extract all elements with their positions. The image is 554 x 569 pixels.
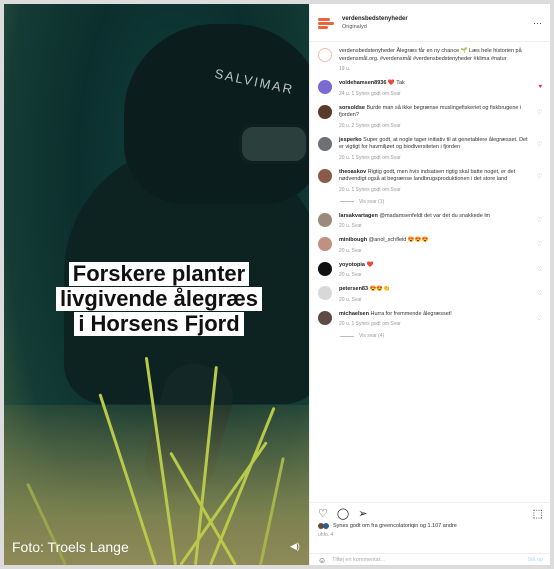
add-comment-bar: ☺ Tilføj en kommentar... Slå op: [310, 553, 550, 565]
diver-mask: [239, 124, 309, 164]
comment-meta: 20 u. 1 Synes godt om Svar: [339, 154, 401, 161]
comment-icon[interactable]: ◯: [337, 507, 349, 520]
like-icon[interactable]: ♡: [318, 507, 328, 520]
comment-meta: 20 u. 1 Synes godt om Svar: [339, 186, 401, 193]
like-heart-icon[interactable]: ♡: [537, 290, 542, 297]
comment-user[interactable]: jesperko: [339, 137, 362, 143]
comment-user[interactable]: voldehamsen8936: [339, 80, 386, 86]
comment-meta: 20 u. Svar: [339, 272, 362, 278]
list-item: theoaskov Rigtig godt, men hvis indsatse…: [318, 168, 542, 193]
like-heart-icon[interactable]: ♡: [537, 173, 542, 180]
comments-list[interactable]: verdensbedstenyheder Ålegræs får en ny c…: [310, 42, 550, 482]
view-replies-label: Vis svar (4): [359, 333, 385, 339]
caption: verdensbedstenyheder Ålegræs får en ny c…: [318, 48, 542, 72]
comment-meta: 20 u. Svar: [339, 296, 362, 303]
view-replies-button[interactable]: Vis svar (4): [340, 333, 542, 339]
comment-text: @anol_schfleid 😍😍😍: [368, 237, 429, 243]
audio-icon[interactable]: ◀): [290, 541, 300, 551]
like-heart-icon[interactable]: ♡: [537, 141, 542, 148]
audio-label[interactable]: Originalyd: [342, 24, 408, 30]
list-item: voldehamsen8936 ❤️ Tak 24 u. 1 Synes god…: [318, 80, 542, 97]
video-headline: Forskere planter livgivende ålegræs i Ho…: [44, 262, 274, 337]
photo-credit: Foto: Troels Lange: [12, 539, 129, 555]
view-replies-button[interactable]: Vis svar (1): [340, 199, 542, 205]
comment-text: ❤️: [366, 261, 374, 268]
like-heart-icon[interactable]: ♡: [537, 217, 542, 224]
comment-user[interactable]: minibough: [339, 237, 367, 243]
headline-line-2: livgivende ålegræs: [55, 287, 263, 311]
account-logo-icon[interactable]: [318, 17, 334, 29]
post-date: uhfo. 4: [318, 532, 334, 538]
post-actions: ♡ ◯ ➢ ⬚ Synes godt om fra greencolatoriq…: [310, 502, 550, 565]
list-item: jesperko Super godt, at nogle tager init…: [318, 136, 542, 161]
like-heart-icon[interactable]: ♡: [537, 315, 542, 322]
liker-avatars: [318, 523, 330, 529]
account-name[interactable]: verdensbedstenyheder: [342, 16, 408, 22]
caption-text: verdensbedstenyheder Ålegræs får en ny c…: [339, 48, 522, 62]
comment-text: Burde man så ikke begrænse muslingefiske…: [339, 104, 522, 119]
caption-meta: 19 u.: [339, 66, 351, 72]
post-comment-button[interactable]: Slå op: [527, 557, 543, 563]
like-heart-icon[interactable]: ♡: [537, 266, 542, 273]
list-item: sorsoldse Burde man så ikke begrænse mus…: [318, 104, 542, 129]
comments-panel: verdensbedstenyheder Originalyd ··· verd…: [309, 4, 550, 565]
avatar[interactable]: [318, 310, 332, 325]
avatar[interactable]: [318, 80, 332, 94]
diver-head: [124, 24, 309, 204]
comment-meta: 20 u. Svar: [339, 223, 362, 229]
avatar[interactable]: [318, 48, 332, 62]
comment-meta: 20 u. 1 Synes godt om Svar: [339, 321, 401, 327]
comment-user[interactable]: larsakvartagen: [339, 213, 378, 219]
post-header: verdensbedstenyheder Originalyd ···: [310, 4, 550, 42]
avatar[interactable]: [318, 104, 332, 119]
likes-summary[interactable]: Synes godt om fra greencolatoriqin og 1.…: [318, 523, 543, 529]
avatar[interactable]: [318, 237, 332, 251]
avatar[interactable]: [318, 286, 332, 300]
view-replies-label: Vis svar (1): [359, 198, 385, 205]
more-options-icon[interactable]: ···: [533, 18, 542, 28]
comment-user[interactable]: yoyotopia: [339, 262, 365, 268]
like-heart-icon[interactable]: ♡: [537, 241, 542, 248]
comment-user[interactable]: petersen83: [339, 286, 368, 292]
headline-line-1: Forskere planter: [68, 262, 250, 286]
comment-text: Rigtig godt, men hvis indsatsen rigtig s…: [339, 168, 516, 183]
add-comment-input[interactable]: Tilføj en kommentar...: [332, 557, 385, 563]
avatar[interactable]: [318, 168, 332, 183]
post-video[interactable]: SALVIMAR Forskere planter livgivende åle…: [4, 4, 309, 565]
like-heart-icon[interactable]: ♥: [538, 84, 542, 90]
comment-text: @madamsenfeldt det var det du snakkede l…: [379, 212, 491, 219]
comment-meta: 20 u. Svar: [339, 247, 362, 254]
comment-text: ❤️ Tak: [387, 80, 405, 86]
list-item: petersen83 😍😍👏 20 u. Svar ♡: [318, 286, 542, 303]
list-item: larsakvartagen @madamsenfeldt det var de…: [318, 212, 542, 229]
headline-line-3: i Horsens Fjord: [74, 312, 244, 336]
post-viewer: SALVIMAR Forskere planter livgivende åle…: [4, 4, 550, 565]
comment-text: Hurra for fremmende ålegræsset!: [370, 310, 452, 317]
comment-text: Super godt, at nogle tager initiativ til…: [339, 136, 528, 151]
list-item: minibough @anol_schfleid 😍😍😍 20 u. Svar …: [318, 237, 542, 254]
comment-meta: 24 u. 1 Synes godt om Svar: [339, 90, 401, 97]
bookmark-icon[interactable]: ⬚: [533, 507, 543, 520]
comment-user[interactable]: michaelsen: [339, 311, 369, 317]
emoji-icon[interactable]: ☺: [318, 556, 326, 565]
avatar[interactable]: [318, 261, 332, 276]
comment-user[interactable]: sorsoldse: [339, 105, 365, 111]
avatar[interactable]: [318, 136, 332, 151]
list-item: michaelsen Hurra for fremmende ålegræsse…: [318, 310, 542, 327]
comment-text: 😍😍👏: [369, 286, 391, 292]
like-heart-icon[interactable]: ♡: [537, 109, 542, 116]
comment-meta: 20 u. 2 Synes godt om Svar: [339, 122, 401, 129]
likes-text: Synes godt om fra greencolatoriqin og 1.…: [333, 523, 457, 529]
list-item: yoyotopia ❤️ 20 u. Svar ♡: [318, 261, 542, 278]
share-icon[interactable]: ➢: [358, 507, 367, 520]
comment-user[interactable]: theoaskov: [339, 169, 366, 175]
avatar[interactable]: [318, 212, 332, 227]
